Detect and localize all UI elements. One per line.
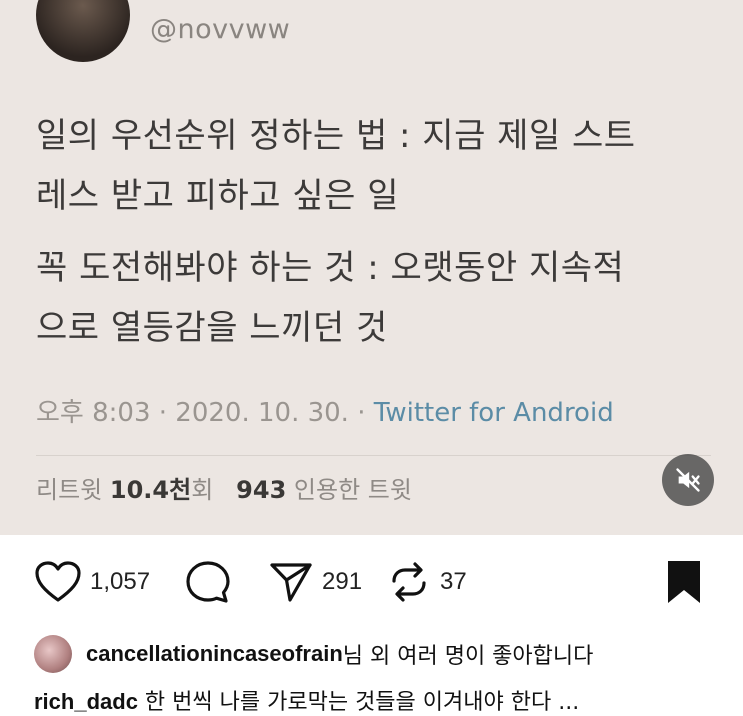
quote-count: 943 — [236, 476, 287, 504]
paper-plane-icon[interactable] — [268, 560, 314, 604]
retweet-count: 10.4천 — [109, 476, 192, 504]
liked-by-row[interactable]: cancellationincaseofrain 님 외 여러 명이 좋아합니다 — [34, 632, 593, 676]
like-count: 1,057 — [90, 568, 151, 595]
tweet-avatar — [36, 0, 130, 62]
share-action[interactable]: 291 — [268, 558, 362, 606]
comment-action[interactable] — [184, 558, 232, 606]
tweet-handle: @novvww — [150, 14, 291, 45]
heart-icon[interactable] — [34, 560, 82, 604]
comment-bubble-icon[interactable] — [184, 559, 232, 605]
tweet-source: Twitter for Android — [373, 398, 614, 428]
liked-by-username[interactable]: cancellationincaseofrain — [86, 641, 343, 667]
caption-username[interactable]: rich_dadc — [34, 689, 138, 714]
share-count: 291 — [322, 568, 363, 595]
repost-action[interactable]: 37 — [386, 558, 467, 606]
caption-text: 한 번씩 나를 가로막는 것들을 이겨내야 한다 ... — [137, 690, 580, 715]
speaker-muted-icon — [676, 468, 700, 492]
save-action[interactable] — [664, 558, 704, 606]
retweet-unit: 회 — [191, 476, 214, 504]
action-bar: 1,057 291 37 — [0, 550, 743, 614]
liked-by-text: 님 외 여러 명이 좋아합니다 — [342, 644, 594, 669]
divider — [36, 455, 711, 456]
post-image[interactable]: @novvww 일의 우선순위 정하는 법 : 지금 제일 스트 레스 받고 피… — [0, 0, 743, 535]
like-action[interactable]: 1,057 — [34, 558, 150, 606]
bookmark-icon[interactable] — [664, 558, 704, 606]
avatar[interactable] — [34, 635, 72, 673]
repost-icon[interactable] — [386, 559, 432, 605]
tweet-text-line: 레스 받고 피하고 싶은 일 — [36, 176, 400, 216]
repost-count: 37 — [440, 568, 467, 595]
tweet-meta: 오후 8:03 · 2020. 10. 30. · Twitter for An… — [36, 392, 614, 429]
caption: rich_dadc 한 번씩 나를 가로막는 것들을 이겨내야 한다 ... — [34, 684, 579, 716]
quote-label: 인용한 트윗 — [293, 476, 412, 504]
retweet-label: 리트윗 — [36, 476, 103, 504]
tweet-text-line: 으로 열등감을 느끼던 것 — [36, 308, 388, 348]
tweet-text-line: 일의 우선순위 정하는 법 : 지금 제일 스트 — [36, 116, 636, 156]
tweet-text-line: 꼭 도전해봐야 하는 것 : 오랫동안 지속적 — [36, 248, 625, 288]
tweet-stats: 리트윗 10.4천회 943 인용한 트윗 — [36, 470, 412, 505]
tweet-time: 오후 8:03 · 2020. 10. 30. · — [36, 398, 374, 428]
mute-button[interactable] — [662, 454, 714, 506]
